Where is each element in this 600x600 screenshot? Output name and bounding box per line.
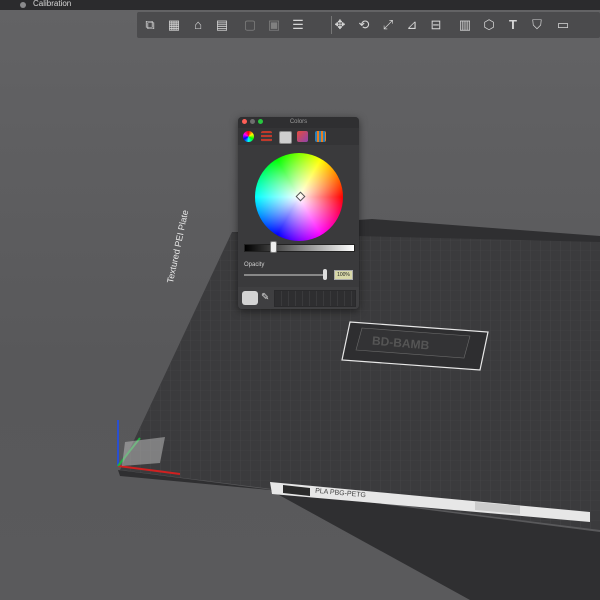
eyedropper-icon[interactable]: ✎: [261, 291, 269, 305]
brightness-slider-knob[interactable]: [270, 241, 277, 253]
color-sliders-tab[interactable]: [261, 131, 272, 142]
add-object-icon[interactable]: ⧉: [140, 14, 160, 36]
opacity-slider-knob[interactable]: [323, 269, 327, 280]
main-toolbar: ⧉ ▦ ⌂ ▤ ▢ ▣ ☰ ✥ ⟲ ⤢ ⊿ ⊟ ▥ ⬡ T ⛉ ▭: [137, 12, 600, 38]
brightness-slider[interactable]: [244, 244, 355, 252]
saved-colors-grid[interactable]: [274, 290, 356, 307]
color-paint-icon[interactable]: ⛉: [527, 14, 547, 36]
color-palettes-tab[interactable]: [279, 131, 292, 144]
move-tool-icon[interactable]: ✥: [330, 14, 350, 36]
place-on-face-icon[interactable]: ⊿: [402, 14, 422, 36]
color-wheel[interactable]: [255, 153, 343, 241]
list-view-icon[interactable]: ☰: [288, 14, 308, 36]
disabled-tool-icon-1: ▢: [243, 17, 257, 32]
colors-panel-tabs: [238, 128, 359, 145]
color-wheel-marker[interactable]: [295, 191, 306, 202]
origin-cube: [122, 437, 165, 466]
opacity-value-field[interactable]: 100%: [334, 270, 353, 280]
seam-paint-icon[interactable]: ⬡: [479, 14, 499, 36]
rotate-tool-icon[interactable]: ⟲: [354, 14, 374, 36]
colors-panel-title: Colors: [289, 119, 308, 125]
slice-view-icon[interactable]: ▤: [212, 14, 232, 36]
measure-tool-icon[interactable]: ▭: [553, 14, 573, 36]
scale-tool-icon[interactable]: ⤢: [378, 14, 398, 36]
cut-tool-icon[interactable]: ⊟: [426, 14, 446, 36]
colors-panel-titlebar: Colors: [238, 117, 359, 128]
text-tool-icon[interactable]: T: [503, 14, 523, 36]
pencils-tab[interactable]: [315, 131, 326, 142]
colors-panel: Colors Opacity 100% ✎: [238, 117, 359, 309]
colors-panel-footer: ✎: [238, 287, 359, 309]
support-paint-icon[interactable]: ▥: [455, 14, 475, 36]
disabled-tool-icon-2: ▣: [267, 17, 281, 32]
image-palettes-tab[interactable]: [297, 131, 308, 142]
color-wheel-tab[interactable]: [243, 131, 254, 142]
selected-color-swatch[interactable]: [242, 291, 258, 305]
opacity-label: Opacity: [244, 262, 265, 268]
grid-arrange-icon[interactable]: ▦: [164, 14, 184, 36]
plate-drop-icon[interactable]: ⌂: [188, 14, 208, 36]
opacity-slider[interactable]: [244, 274, 324, 276]
